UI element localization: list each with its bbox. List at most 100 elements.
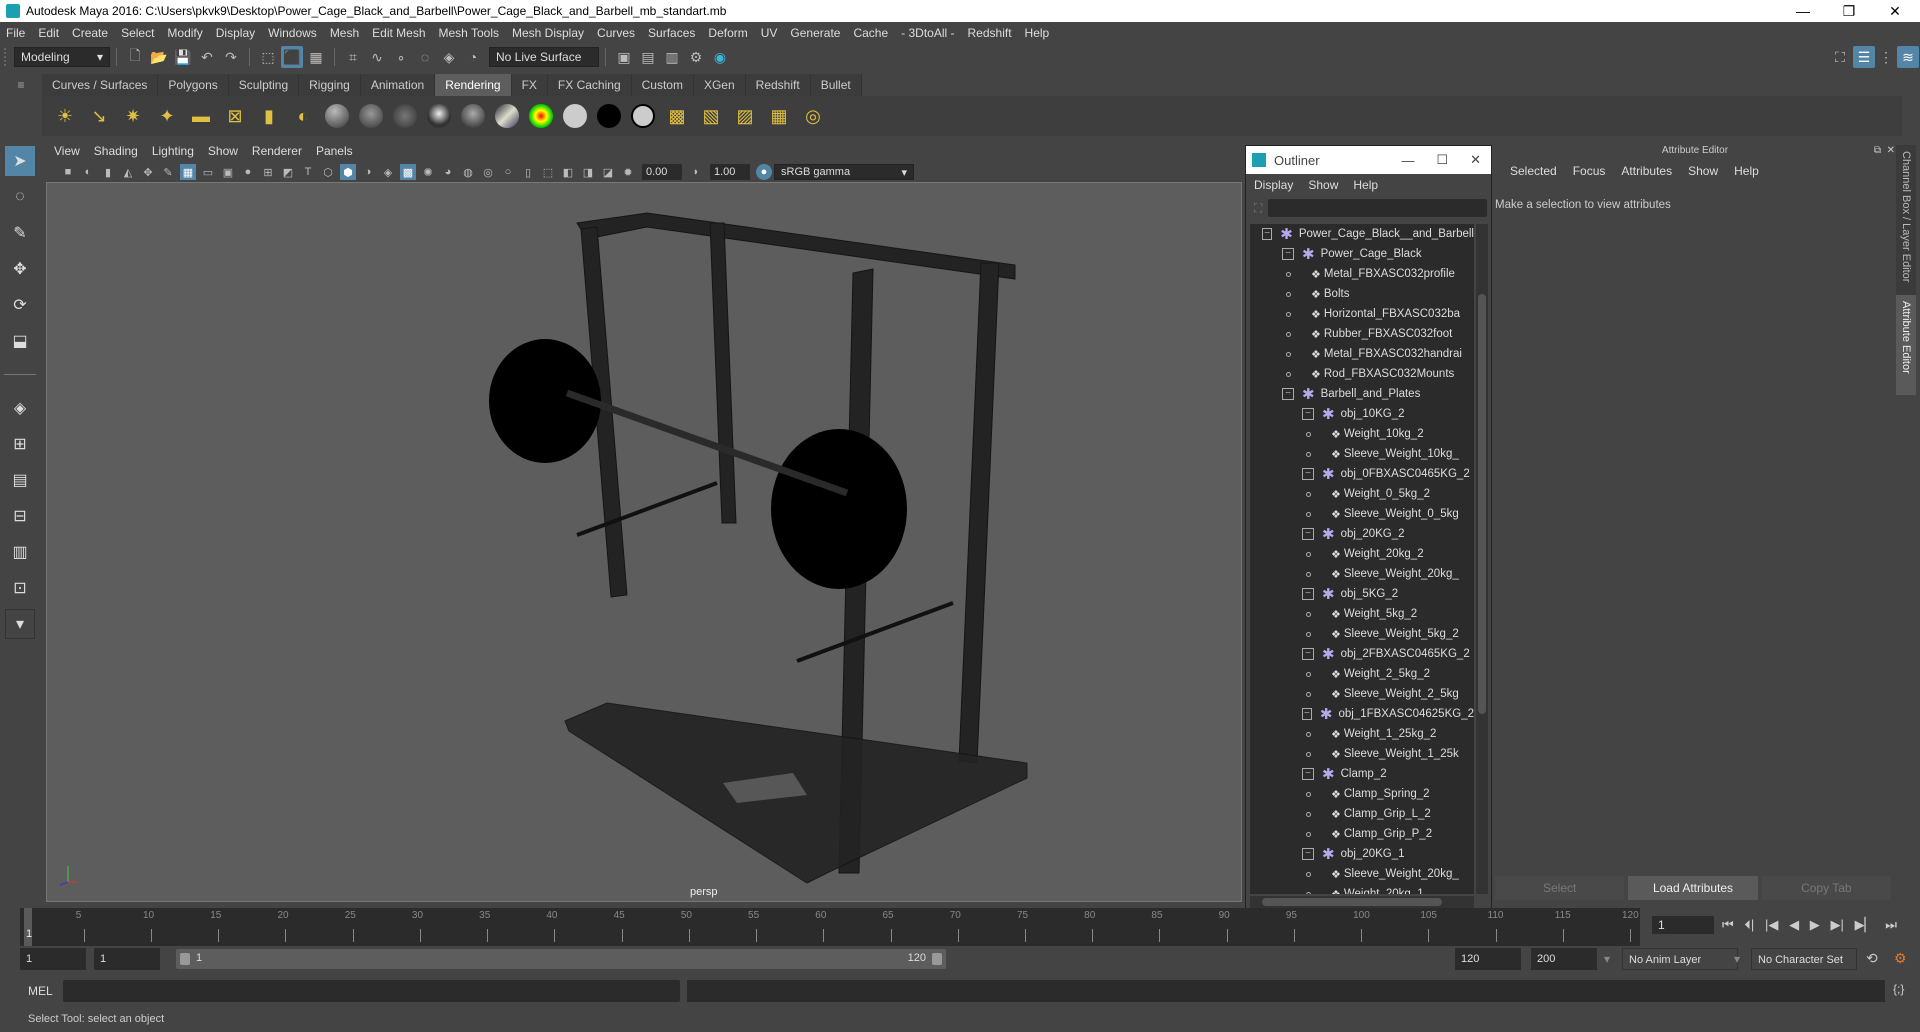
- textured-icon[interactable]: ▩: [400, 164, 416, 180]
- chevron-down-icon[interactable]: ▾: [1734, 952, 1740, 966]
- 3d-viewport[interactable]: [46, 182, 1242, 902]
- single-view-layout-icon[interactable]: ◈: [5, 393, 35, 423]
- menu-mesh-display[interactable]: Mesh Display: [512, 26, 584, 40]
- viewport-menu-shading[interactable]: Shading: [94, 144, 138, 158]
- outliner-search-input[interactable]: [1268, 199, 1487, 217]
- save-scene-icon[interactable]: 💾: [172, 46, 194, 68]
- menu-edit[interactable]: Edit: [38, 26, 59, 40]
- outliner-item[interactable]: − ✱ obj_2FBXASC0465KG_2: [1250, 644, 1474, 664]
- phonge-material-icon[interactable]: [424, 101, 454, 131]
- collapse-icon[interactable]: −: [1302, 848, 1314, 860]
- blinn-material-icon[interactable]: [322, 101, 352, 131]
- select-button[interactable]: Select: [1495, 876, 1625, 900]
- redo-icon[interactable]: ↷: [220, 46, 242, 68]
- shelf-tab-rigging[interactable]: Rigging: [299, 74, 361, 96]
- scroll-thumb[interactable]: [1262, 898, 1442, 906]
- outliner-persp-layout-icon[interactable]: ▤: [5, 465, 35, 495]
- use-background-icon[interactable]: [594, 101, 624, 131]
- outliner-item[interactable]: ❖ Metal_FBXASC032handrai: [1250, 344, 1474, 364]
- attribute-menu-focus[interactable]: Focus: [1573, 164, 1606, 178]
- outliner-item[interactable]: − ✱ Power_Cage_Black__and_Barbell: [1250, 224, 1474, 244]
- select-hierarchy-icon[interactable]: ⬚: [257, 46, 279, 68]
- camera-aim-icon[interactable]: ▮: [254, 101, 284, 131]
- directional-light-icon[interactable]: ↘: [84, 101, 114, 131]
- menu-deform[interactable]: Deform: [708, 26, 747, 40]
- current-time-marker[interactable]: [24, 908, 32, 946]
- viewport-menu-show[interactable]: Show: [208, 144, 238, 158]
- outliner-item[interactable]: ❖ Clamp_Grip_P_2: [1250, 824, 1474, 844]
- collapse-icon[interactable]: −: [1302, 648, 1314, 660]
- cancel-batch-icon[interactable]: ▦: [764, 101, 794, 131]
- wireframe-on-shaded-icon[interactable]: ◈: [380, 164, 396, 180]
- menu-surfaces[interactable]: Surfaces: [648, 26, 695, 40]
- collapse-icon[interactable]: −: [1302, 708, 1312, 720]
- outliner-item[interactable]: ❖ Weight_20kg_2: [1250, 544, 1474, 564]
- light-editor-icon[interactable]: ◐: [288, 101, 318, 131]
- tab-attribute-editor[interactable]: Attribute Editor: [1896, 295, 1916, 395]
- shelf-tab-redshift[interactable]: Redshift: [745, 74, 811, 96]
- tab-channel-box[interactable]: Channel Box / Layer Editor: [1896, 145, 1916, 295]
- load-attributes-button[interactable]: Load Attributes: [1628, 876, 1758, 900]
- shelf-tab-curves-surfaces[interactable]: Curves / Surfaces: [42, 74, 159, 96]
- render-sequence-icon[interactable]: ▧: [696, 101, 726, 131]
- outliner-horizontal-scrollbar[interactable]: [1250, 896, 1474, 908]
- playback-start-field[interactable]: 1: [94, 948, 160, 970]
- motion-blur-icon[interactable]: ◎: [480, 164, 496, 180]
- scene-end-field[interactable]: 200: [1531, 948, 1597, 970]
- shelf-tab-fx-caching[interactable]: FX Caching: [547, 74, 632, 96]
- shadows-icon[interactable]: ◕: [440, 164, 456, 180]
- range-start-handle[interactable]: [180, 953, 190, 965]
- point-light-icon[interactable]: ✷: [118, 101, 148, 131]
- outliner-item[interactable]: − ✱ obj_10KG_2: [1250, 404, 1474, 424]
- render-settings-shelf-icon[interactable]: ◎: [798, 101, 828, 131]
- menu-file[interactable]: File: [6, 26, 25, 40]
- anim-layer-dropdown[interactable]: No Anim Layer: [1622, 948, 1738, 970]
- hypershade-persp-layout-icon[interactable]: ▥: [5, 537, 35, 567]
- outliner-item[interactable]: ❖ Clamp_Spring_2: [1250, 784, 1474, 804]
- menu-modify[interactable]: Modify: [167, 26, 202, 40]
- script-editor-icon[interactable]: {;}: [1893, 982, 1904, 996]
- paint-select-tool-icon[interactable]: ✎: [5, 218, 35, 248]
- menu-uv[interactable]: UV: [761, 26, 778, 40]
- menu-display[interactable]: Display: [216, 26, 255, 40]
- outliner-item[interactable]: ❖Weight_20kg_1: [1250, 884, 1474, 894]
- image-plane-icon[interactable]: ◭: [120, 164, 136, 180]
- go-to-end-icon[interactable]: ⏭: [1885, 917, 1897, 933]
- grease-pencil-icon[interactable]: ✎: [160, 164, 176, 180]
- default-material-icon[interactable]: ◑: [360, 164, 376, 180]
- outliner-item[interactable]: ❖ Weight_0_5kg_2: [1250, 484, 1474, 504]
- smooth-shade-icon[interactable]: ⬢: [340, 164, 356, 180]
- outliner-item[interactable]: ❖ Sleeve_Weight_20kg_: [1250, 864, 1474, 884]
- undo-icon[interactable]: ↶: [196, 46, 218, 68]
- scene-start-field[interactable]: 1: [20, 948, 86, 970]
- layered-shader-icon[interactable]: [492, 101, 522, 131]
- go-to-start-icon[interactable]: ⏮: [1722, 917, 1734, 933]
- outliner-item[interactable]: ❖ Sleeve_Weight_20kg_: [1250, 564, 1474, 584]
- persp-graph-layout-icon[interactable]: ⊟: [5, 501, 35, 531]
- maximize-button[interactable]: ❐: [1826, 0, 1872, 22]
- time-slider[interactable]: 1 5 10 15 20 25 30 35 40 45 50 55 60 65 70 75 80 85 90 95 1…: [20, 908, 1640, 946]
- snap-surface-icon[interactable]: ◈: [438, 46, 460, 68]
- xray-icon[interactable]: ◧: [560, 164, 576, 180]
- attribute-menu-help[interactable]: Help: [1734, 164, 1759, 178]
- copy-tab-button[interactable]: Copy Tab: [1761, 876, 1891, 900]
- rotate-tool-icon[interactable]: ⟳: [5, 290, 35, 320]
- viewport-menu-view[interactable]: View: [54, 144, 80, 158]
- open-scene-icon[interactable]: 📂: [148, 46, 170, 68]
- float-panel-icon[interactable]: ⧉: [1874, 145, 1881, 156]
- collapse-icon[interactable]: −: [1282, 388, 1294, 400]
- outliner-minimize-button[interactable]: —: [1401, 153, 1414, 168]
- new-scene-icon[interactable]: 🗋: [124, 46, 146, 68]
- lasso-tool-icon[interactable]: ◌: [5, 182, 35, 212]
- camera-attributes-icon[interactable]: ◐: [80, 164, 96, 180]
- exposure-icon[interactable]: ✹: [620, 164, 636, 180]
- bookmark-icon[interactable]: ▮: [100, 164, 116, 180]
- phong-material-icon[interactable]: [390, 101, 420, 131]
- outliner-item[interactable]: ❖ Rod_FBXASC032Mounts: [1250, 364, 1474, 384]
- select-object-icon[interactable]: ⬛: [281, 46, 303, 68]
- menu-create[interactable]: Create: [72, 26, 108, 40]
- mode-selector[interactable]: Modeling ▾: [14, 47, 110, 67]
- volume-light-icon[interactable]: ⊠: [220, 101, 250, 131]
- 2d-pan-zoom-icon[interactable]: ✥: [140, 164, 156, 180]
- attribute-editor-toggle-icon[interactable]: ☰: [1853, 46, 1875, 68]
